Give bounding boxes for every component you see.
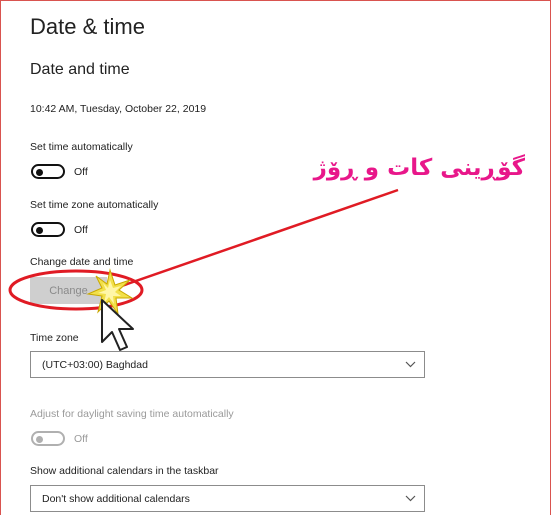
- annotation-arrow-line: [109, 188, 399, 292]
- highlight-ellipse: [8, 269, 144, 311]
- annotation-overlay: [8, 188, 399, 351]
